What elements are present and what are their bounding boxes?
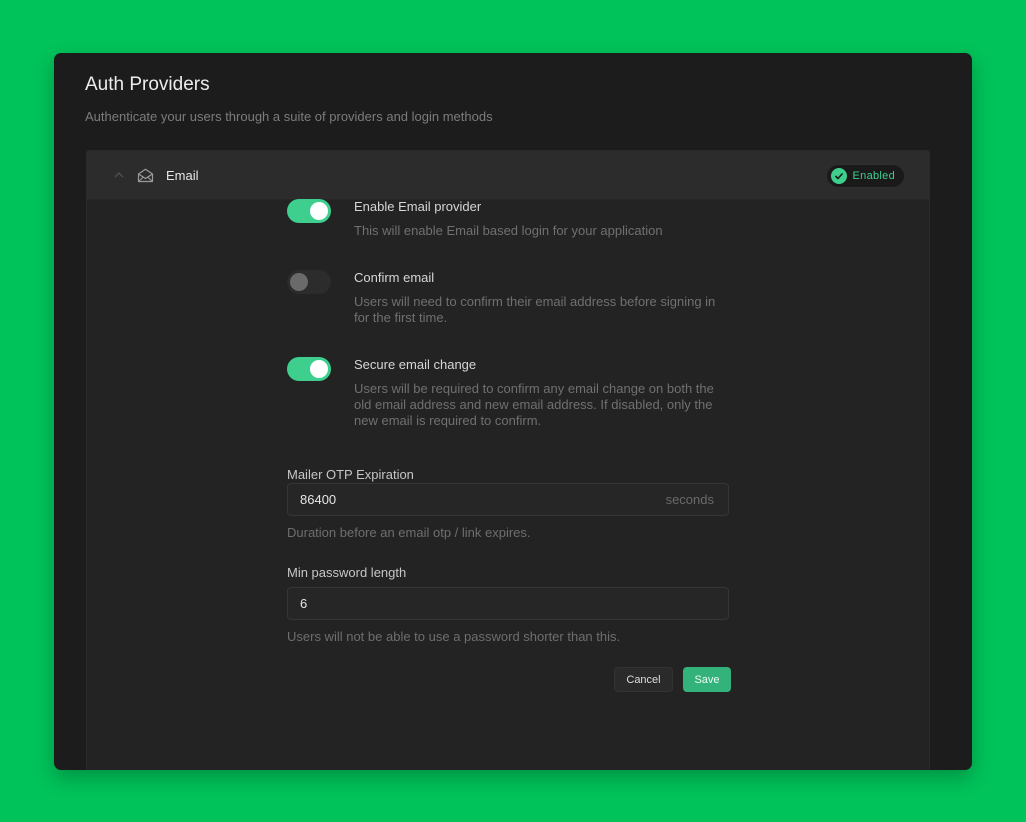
email-provider-card: Email Enabled Enable Email provider This…: [86, 150, 930, 770]
status-label: Enabled: [852, 170, 895, 182]
toggle-title: Enable Email provider: [354, 199, 482, 214]
page-title: Auth Providers: [85, 74, 210, 95]
confirm-email-switch[interactable]: [287, 270, 331, 294]
toggle-description: Users will be required to confirm any em…: [354, 381, 714, 428]
secure-email-change-switch[interactable]: [287, 357, 331, 381]
toggle-title: Confirm email: [354, 270, 435, 285]
toggle-row-secure-email-change: Secure email change Users will be requir…: [287, 357, 729, 429]
provider-header[interactable]: Email Enabled: [87, 151, 929, 200]
otp-expiration-value[interactable]: 86400: [300, 492, 666, 507]
enable-email-switch[interactable]: [287, 199, 331, 223]
check-circle-icon: [830, 168, 847, 184]
toggle-description: Users will need to confirm their email a…: [354, 294, 716, 325]
status-badge: Enabled: [825, 164, 905, 188]
otp-expiration-input[interactable]: 86400 seconds: [287, 483, 729, 516]
toggle-title: Secure email change: [354, 357, 477, 372]
chevron-up-icon[interactable]: [113, 169, 125, 181]
otp-expiration-suffix: seconds: [665, 492, 714, 507]
toggle-row-confirm-email: Confirm email Users will need to confirm…: [287, 270, 729, 326]
auth-providers-panel: Auth Providers Authenticate your users t…: [54, 53, 972, 770]
otp-expiration-label: Mailer OTP Expiration: [287, 467, 414, 482]
switch-knob: [310, 360, 328, 378]
provider-name: Email: [166, 167, 199, 183]
envelope-open-icon: [137, 168, 154, 183]
min-password-length-label: Min password length: [287, 565, 407, 580]
min-password-length-input[interactable]: 6: [287, 587, 729, 620]
switch-knob: [310, 202, 328, 220]
toggle-description: This will enable Email based login for y…: [354, 223, 663, 238]
cancel-button[interactable]: Cancel: [614, 667, 673, 692]
min-password-length-value[interactable]: 6: [300, 596, 714, 611]
min-password-length-help: Users will not be able to use a password…: [287, 629, 621, 644]
save-button[interactable]: Save: [683, 667, 731, 692]
switch-knob: [290, 273, 308, 291]
page-subtitle: Authenticate your users through a suite …: [85, 109, 493, 124]
toggle-row-enable-email: Enable Email provider This will enable E…: [287, 199, 729, 239]
otp-expiration-help: Duration before an email otp / link expi…: [287, 525, 531, 540]
